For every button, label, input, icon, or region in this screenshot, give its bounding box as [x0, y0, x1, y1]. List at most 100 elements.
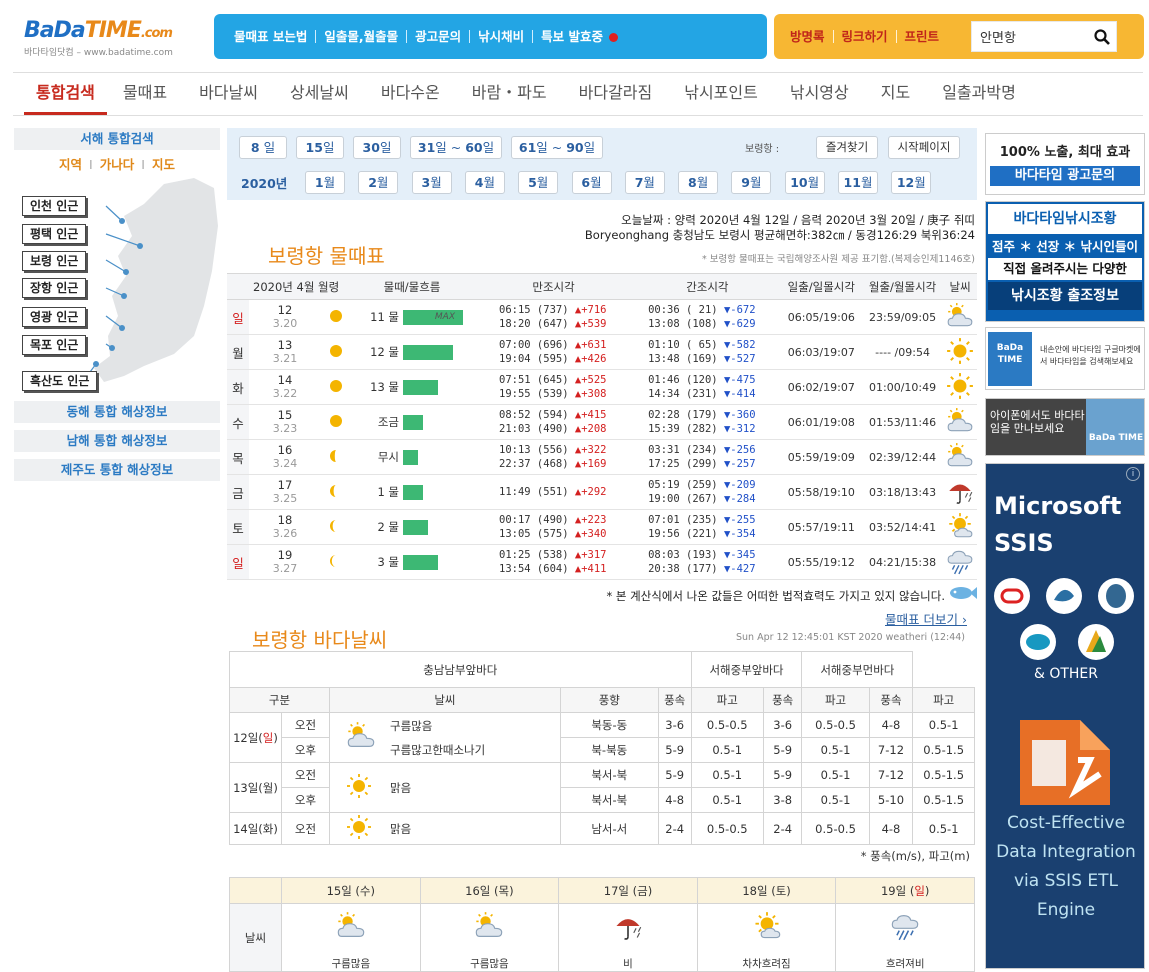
range-31-60-button[interactable]: 31일 ~ 60일 — [410, 136, 502, 159]
search-icon[interactable] — [1088, 23, 1116, 51]
sea-info-button-0[interactable]: 동해 통합 해상정보 — [14, 401, 220, 423]
range-8-days-button[interactable]: 8 일 — [239, 136, 287, 159]
tide-dow: 일 — [227, 299, 249, 335]
wind-direction: 북서-북 — [559, 787, 659, 813]
month-button-2[interactable]: 2월 — [358, 171, 399, 194]
print-link[interactable]: 프린트 — [897, 30, 948, 43]
wind-speed: 5-9 — [657, 762, 692, 788]
sun-icon — [346, 773, 372, 802]
tab-9[interactable]: 지도 — [865, 73, 926, 115]
tide-head-weather: 날씨 — [943, 273, 977, 300]
sea-weather-table: 충남남부앞바다 서해중부앞바다 서해중부먼바다 구분 날씨 풍향 풍속 파고 풍속 파고 풍속 파고 1… — [229, 651, 975, 845]
wave-height: 0.5-0.5 — [690, 712, 764, 738]
range-15-days-button[interactable]: 15일 — [296, 136, 344, 159]
range-61-90-button[interactable]: 61일 ~ 90일 — [511, 136, 603, 159]
month-button-6[interactable]: 6월 — [571, 171, 612, 194]
wave-height: 0.5-0.5 — [690, 812, 764, 845]
ad-banner-ssis[interactable]: i Microsoft SSIS & OTHER Cost-Effective … — [985, 463, 1145, 969]
region-button-6[interactable]: 흑산도 인근 — [22, 371, 98, 391]
month-button-12[interactable]: 12월 — [891, 171, 932, 194]
tab-2[interactable]: 바다날씨 — [183, 73, 274, 115]
region-button-2[interactable]: 보령 인근 — [22, 251, 87, 271]
tide-strength-bar — [403, 509, 473, 545]
ad-line: 낚시조황 출조정보 — [988, 282, 1142, 310]
search-input[interactable]: 안면항 — [980, 27, 1088, 46]
more-tide-link[interactable]: 물때표 더보기 › — [885, 609, 967, 628]
moon-times: ---- /09:54 — [861, 334, 944, 370]
tide-title: 보령항 물때표 — [268, 244, 385, 268]
tide-dow: 화 — [227, 369, 249, 405]
weather-row: 13일(월) 오전 맑음 북서-북 5-9 0.5-1 5-9 0.5-1 7-12 0.5-1.… — [229, 762, 975, 813]
region-button-0[interactable]: 인천 인근 — [22, 196, 87, 216]
tab-10[interactable]: 일출과박명 — [926, 73, 1032, 115]
wind-direction: 북서-북 — [559, 762, 659, 788]
tab-3[interactable]: 상세날씨 — [274, 73, 365, 115]
month-button-11[interactable]: 11월 — [838, 171, 878, 194]
region-button-1[interactable]: 평택 인근 — [22, 224, 87, 244]
sun-weather-icon — [943, 334, 977, 370]
sidebar-head[interactable]: 서해 통합검색 — [14, 128, 220, 150]
guestbook-link[interactable]: 방명록 — [782, 30, 834, 43]
favorite-button[interactable]: 즐겨찾기 — [816, 136, 878, 159]
ad-banner-inquiry[interactable]: 100% 노출, 최대 효과 바다타임 광고문의 — [985, 133, 1145, 195]
tab-1[interactable]: 물때표 — [107, 73, 183, 115]
tab-4[interactable]: 바다수온 — [365, 73, 456, 115]
month-button-9[interactable]: 9월 — [731, 171, 772, 194]
wind-speed: 3-6 — [762, 712, 803, 738]
month-button-7[interactable]: 7월 — [624, 171, 665, 194]
range-30-days-button[interactable]: 30일 — [353, 136, 401, 159]
fish-icon — [950, 587, 977, 599]
week-label: 날씨 — [229, 903, 282, 972]
startpage-button[interactable]: 시작페이지 — [888, 136, 960, 159]
week-weather-cell: 비 — [558, 903, 698, 972]
moon-phase-icon — [321, 509, 351, 545]
sea-info-button-1[interactable]: 남해 통합 해상정보 — [14, 430, 220, 452]
sun-times: 06:05/19:06 — [780, 299, 862, 335]
ad-banner-iphone[interactable]: 아이폰에서도 바다타임을 만나보세요 BaDa TIME — [985, 398, 1145, 456]
month-button-8[interactable]: 8월 — [678, 171, 719, 194]
tide-strength-bar — [403, 369, 473, 405]
month-button-5[interactable]: 5월 — [518, 171, 559, 194]
filter-map[interactable]: 지도 — [152, 157, 175, 172]
region-button-3[interactable]: 장항 인근 — [22, 278, 87, 298]
sea-info-button-2[interactable]: 제주도 통합 해상정보 — [14, 459, 220, 481]
week-weather-cell: 구름많음 — [419, 903, 560, 972]
tide-table: 2020년 4월 월령 물때/물흐름 만조시각 간조시각 일출/일몰시각 월출/… — [227, 273, 977, 580]
filter-abc[interactable]: 가나다 — [100, 157, 135, 172]
tide-strength-bar — [403, 544, 473, 580]
wave-height: 0.5-1 — [801, 762, 870, 788]
region-button-4[interactable]: 영광 인근 — [22, 307, 87, 327]
ad-line: Cost-Effective Data Integration via SSIS… — [996, 813, 1136, 920]
nav-fishing-gear[interactable]: 낚시채비 — [470, 30, 534, 43]
site-logo[interactable]: BaDaTIME.com 바다타임닷컴 – www.badatime.com — [24, 18, 204, 58]
ad-banner-android[interactable]: BaDa TIME 내손안에 바다타임 구글마켓에서 바다타임을 검색해보세요 — [985, 327, 1145, 390]
wind-speed: 4-8 — [868, 812, 914, 845]
low-tide-times: 02:28 (179) ▼-360 15:39 (282) ▼-312 — [634, 404, 781, 440]
tab-0[interactable]: 통합검색 — [24, 73, 107, 115]
weather-period: 오후 — [281, 787, 330, 813]
month-button-1[interactable]: 1월 — [305, 171, 345, 194]
tab-8[interactable]: 낚시영상 — [774, 73, 865, 115]
search-box: 안면항 — [971, 21, 1118, 52]
nav-tide-guide[interactable]: 물때표 보는법 — [226, 30, 317, 43]
port-location: Boryeonghang 충청남도 보령시 평균해면하:382㎝ / 동경126… — [584, 228, 975, 242]
month-button-3[interactable]: 3월 — [411, 171, 452, 194]
ad-info-icon[interactable]: i — [1126, 467, 1140, 481]
tab-5[interactable]: 바람・파도 — [456, 73, 563, 115]
filter-region[interactable]: 지역 — [59, 157, 82, 172]
nav-ads[interactable]: 광고문의 — [407, 30, 471, 43]
nav-warning[interactable]: 특보 발효중 — [533, 30, 626, 43]
tab-7[interactable]: 낚시포인트 — [668, 73, 774, 115]
ad-banner-fishing[interactable]: 바다타임낚시조황 점주 ＊ 선장 ＊ 낚시인들이 직접 올려주시는 다양한 낚시… — [985, 201, 1145, 322]
weather-unit-note: * 풍속(m/s), 파고(m) — [860, 849, 970, 863]
wind-speed: 2-4 — [762, 812, 803, 845]
region-button-5[interactable]: 목포 인근 — [22, 335, 87, 355]
wind-speed: 3-8 — [762, 787, 803, 813]
tab-6[interactable]: 바다갈라짐 — [563, 73, 669, 115]
nav-sunrise[interactable]: 일출몰,월출몰 — [316, 30, 408, 43]
month-button-4[interactable]: 4월 — [464, 171, 505, 194]
month-button-10[interactable]: 10월 — [784, 171, 825, 194]
sun-times: 05:59/19:09 — [780, 439, 862, 475]
high-tide-times: 01:25 (538) ▲+317 13:54 (604) ▲+411 — [473, 544, 635, 580]
link-to-link[interactable]: 링크하기 — [834, 30, 897, 43]
